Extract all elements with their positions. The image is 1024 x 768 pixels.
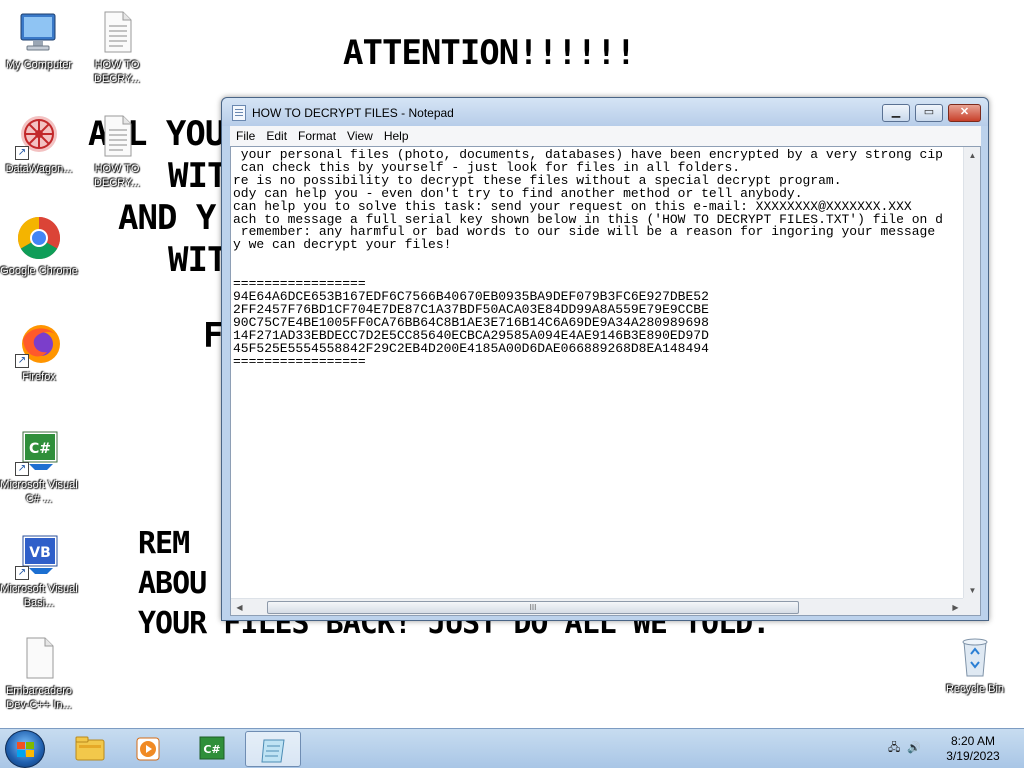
shortcut-arrow-icon: ↗ xyxy=(15,354,29,368)
desktop-icon-google-chrome[interactable]: Google Chrome xyxy=(0,214,78,278)
csharp-icon: C# xyxy=(199,736,225,760)
desktop-icon-label: Microsoft Visual C# ... xyxy=(0,479,78,505)
scroll-right-arrow-icon[interactable]: ▶ xyxy=(947,599,964,615)
menu-bar: File Edit Format View Help xyxy=(230,126,981,146)
wallpaper-text-line: F xyxy=(203,316,224,356)
desktop-icon-datawagon[interactable]: ↗ DataWagon... xyxy=(0,112,78,176)
explorer-icon xyxy=(75,736,105,761)
recycle-bin-icon xyxy=(951,632,999,680)
text-file-icon xyxy=(93,112,141,160)
taskbar-csharp-button[interactable]: C# xyxy=(184,731,240,767)
desktop-icon-label: DataWagon... xyxy=(5,163,73,175)
scroll-left-arrow-icon[interactable]: ◀ xyxy=(231,599,248,615)
svg-text:C#: C# xyxy=(203,743,220,756)
notepad-window[interactable]: HOW TO DECRYPT FILES - Notepad ▁ ▭ ✕ Fil… xyxy=(221,97,989,621)
svg-text:C#: C# xyxy=(29,441,51,457)
desktop-icon-label: HOW TO DECRY... xyxy=(93,163,141,189)
menu-format[interactable]: Format xyxy=(292,126,341,146)
window-title: HOW TO DECRYPT FILES - Notepad xyxy=(252,106,454,120)
desktop-icon-firefox[interactable]: ↗ Firefox xyxy=(0,320,78,384)
notepad-icon xyxy=(232,105,246,121)
vb-icon: VB ↗ xyxy=(15,532,63,580)
desktop-icon-recycle-bin[interactable]: Recycle Bin xyxy=(936,632,1014,696)
shortcut-arrow-icon: ↗ xyxy=(15,566,29,580)
menu-edit[interactable]: Edit xyxy=(260,126,292,146)
clock-date: 3/19/2023 xyxy=(946,749,1000,763)
taskbar-notepad-button[interactable] xyxy=(245,731,301,767)
text-file-icon xyxy=(93,8,141,56)
horizontal-scroll-thumb[interactable]: III xyxy=(267,601,799,614)
svg-text:VB: VB xyxy=(29,545,51,561)
desktop-icon-label: My Computer xyxy=(5,59,73,71)
menu-help[interactable]: Help xyxy=(378,126,414,146)
taskbar: C# 🖧 🔊 8:20 AM 3/19/2023 xyxy=(0,728,1024,768)
firefox-icon: ↗ xyxy=(15,320,63,368)
taskbar-explorer-button[interactable] xyxy=(62,731,118,767)
size-grip[interactable] xyxy=(963,598,980,615)
close-button[interactable]: ✕ xyxy=(948,104,981,122)
desktop-icon-my-computer[interactable]: My Computer xyxy=(0,8,78,72)
desktop-icon-label: Google Chrome xyxy=(0,265,78,277)
wallpaper-text-line: ABOU xyxy=(138,566,207,601)
desktop-icon-label: Firefox xyxy=(22,371,56,383)
text-editor-area[interactable]: your personal files (photo, documents, d… xyxy=(230,146,981,616)
clock-time: 8:20 AM xyxy=(950,734,996,748)
desktop-icon-label: Recycle Bin xyxy=(945,683,1005,695)
start-button[interactable] xyxy=(5,730,45,768)
volume-icon[interactable]: 🔊 xyxy=(907,742,921,754)
desktop-icon-how-to-decrypt-2[interactable]: HOW TO DECRY... xyxy=(78,112,156,190)
menu-view[interactable]: View xyxy=(341,126,378,146)
window-titlebar[interactable]: HOW TO DECRYPT FILES - Notepad ▁ ▭ ✕ xyxy=(222,98,988,126)
wallpaper-text-line: WIT xyxy=(168,240,227,280)
desktop-icon-visual-basic[interactable]: VB ↗ Microsoft Visual Basi... xyxy=(0,532,78,610)
wallpaper-text-line: WIT xyxy=(168,156,227,196)
media-player-icon xyxy=(136,737,160,761)
taskbar-clock[interactable]: 8:20 AM 3/19/2023 xyxy=(938,734,1008,764)
notepad-icon xyxy=(261,739,285,763)
ransom-note-text[interactable]: your personal files (photo, documents, d… xyxy=(233,149,961,591)
wallpaper-text-line: REM xyxy=(138,526,190,561)
scroll-up-arrow-icon[interactable]: ▲ xyxy=(964,147,980,164)
csharp-icon: C# ↗ xyxy=(15,428,63,476)
menu-file[interactable]: File xyxy=(230,126,260,146)
system-tray: 🖧 🔊 xyxy=(888,739,921,758)
desktop-icon-label: Embarcadero Dev-C++ In... xyxy=(5,685,73,711)
shortcut-arrow-icon: ↗ xyxy=(15,462,29,476)
desktop-icon-dev-cpp[interactable]: Embarcadero Dev-C++ In... xyxy=(0,634,78,712)
vertical-scrollbar[interactable]: ▲ ▼ xyxy=(963,147,980,599)
desktop-icon-visual-csharp[interactable]: C# ↗ Microsoft Visual C# ... xyxy=(0,428,78,506)
blank-file-icon xyxy=(15,634,63,682)
computer-icon xyxy=(15,8,63,56)
wallpaper-heading: ATTENTION!!!!!! xyxy=(343,33,636,73)
minimize-button[interactable]: ▁ xyxy=(882,104,910,122)
desktop-icon-how-to-decrypt-1[interactable]: HOW TO DECRY... xyxy=(78,8,156,86)
wallpaper-text-line: AND Y xyxy=(118,198,216,238)
shortcut-arrow-icon: ↗ xyxy=(15,146,29,160)
network-icon[interactable]: 🖧 xyxy=(888,742,900,754)
taskbar-media-player-button[interactable] xyxy=(120,731,176,767)
scroll-down-arrow-icon[interactable]: ▼ xyxy=(964,582,980,599)
horizontal-scrollbar[interactable]: ◀ III ▶ xyxy=(231,598,964,615)
windows-logo-icon xyxy=(17,742,35,758)
desktop-icon-label: HOW TO DECRY... xyxy=(93,59,141,85)
desktop-icon-label: Microsoft Visual Basi... xyxy=(0,583,78,609)
datawagon-icon: ↗ xyxy=(15,112,63,160)
chrome-icon xyxy=(15,214,63,262)
maximize-button[interactable]: ▭ xyxy=(915,104,943,122)
